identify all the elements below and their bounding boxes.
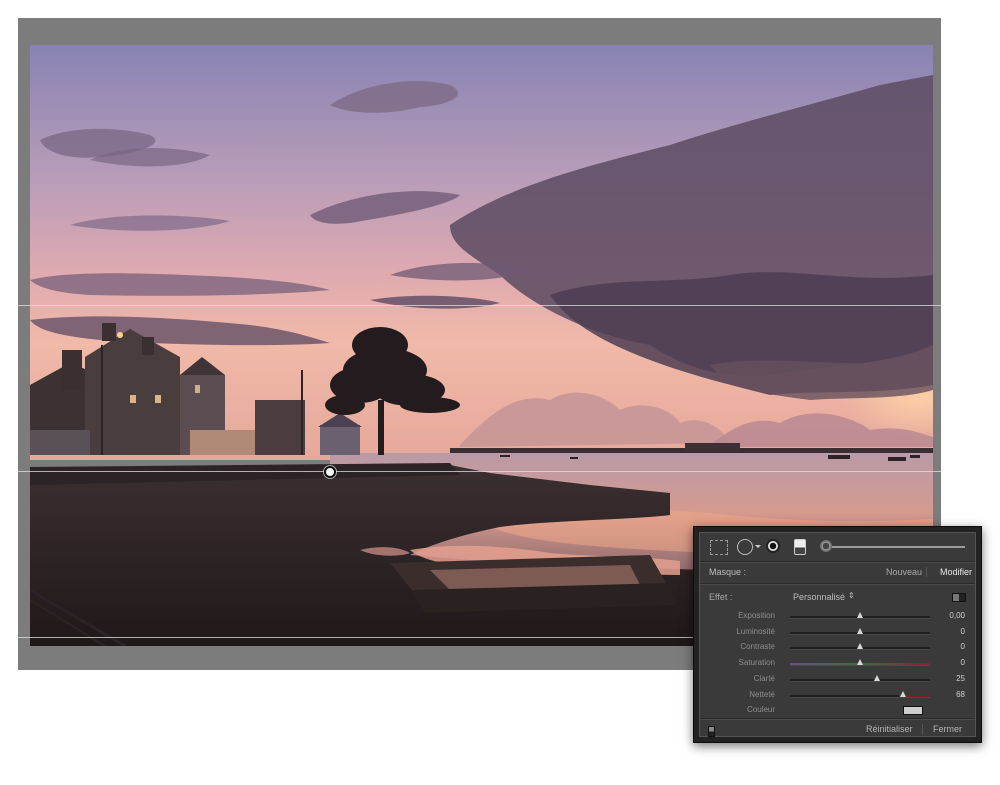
slider-knob[interactable] [857,659,863,665]
radial-filter-icon[interactable] [766,539,780,553]
mask-row: Masque : Nouveau Modifier [700,564,975,580]
slider-nettete: Netteté 68 [700,688,975,702]
slider-track[interactable] [790,695,930,698]
panel-body: Masque : Nouveau Modifier Effet : Person… [699,532,976,737]
tool-strip [700,533,975,561]
slider-luminosite: Luminosité 0 [700,625,975,639]
amount-slider-track[interactable] [820,546,965,548]
effect-toggle-switch[interactable] [952,593,966,602]
slider-label: Contraste [740,642,775,651]
effect-select[interactable]: Personnalisé [793,592,845,602]
slider-label: Luminosité [736,627,775,636]
effect-label: Effet : [709,592,733,602]
slider-label: Netteté [749,690,775,699]
panel-toggle-switch[interactable] [708,726,715,737]
chevron-down-icon[interactable] [755,545,761,548]
slider-knob[interactable] [857,628,863,634]
gradient-guide-center[interactable] [18,471,941,472]
slider-value[interactable]: 0,00 [949,611,965,620]
slider-label: Clarté [753,674,775,683]
divider [700,561,975,563]
divider [926,567,927,577]
select-arrows-icon[interactable]: ⇕ [848,591,855,600]
panel-footer: Réinitialiser Fermer [700,720,975,740]
slider-exposition: Exposition 0,00 [700,609,975,623]
divider [922,724,923,735]
circle-mask-icon[interactable] [737,539,753,555]
reset-button[interactable]: Réinitialiser [866,724,913,734]
mask-label: Masque : [709,567,747,577]
edit-mask-button[interactable]: Modifier [940,567,972,577]
slider-value[interactable]: 0 [961,627,965,636]
new-mask-button[interactable]: Nouveau [886,567,922,577]
close-button[interactable]: Fermer [933,724,962,734]
slider-contraste: Contraste 0 [700,640,975,654]
slider-knob[interactable] [857,612,863,618]
slider-label: Exposition [738,611,775,620]
slider-knob[interactable] [873,675,880,681]
color-swatch[interactable] [903,706,923,715]
marquee-icon[interactable] [710,540,728,555]
effect-row: Effet : Personnalisé ⇕ [700,590,975,604]
slider-value[interactable]: 25 [956,674,965,683]
slider-saturation: Saturation 0 [700,656,975,670]
adjustment-panel: Masque : Nouveau Modifier Effet : Person… [693,526,982,743]
slider-label: Saturation [738,658,775,667]
slider-value[interactable]: 68 [956,690,965,699]
graduated-filter-pin[interactable] [324,466,336,478]
slider-clarte: Clarté 25 [700,672,975,686]
slider-value[interactable]: 0 [961,658,965,667]
gradient-guide-top [18,305,941,306]
divider [700,583,975,585]
slider-value[interactable]: 0 [961,642,965,651]
amount-slider-knob[interactable] [820,540,832,552]
color-row: Couleur [700,703,975,717]
color-label: Couleur [746,705,775,714]
brush-icon[interactable] [794,539,806,555]
slider-track[interactable] [790,679,930,682]
slider-knob[interactable] [900,691,907,697]
slider-knob[interactable] [857,643,863,649]
